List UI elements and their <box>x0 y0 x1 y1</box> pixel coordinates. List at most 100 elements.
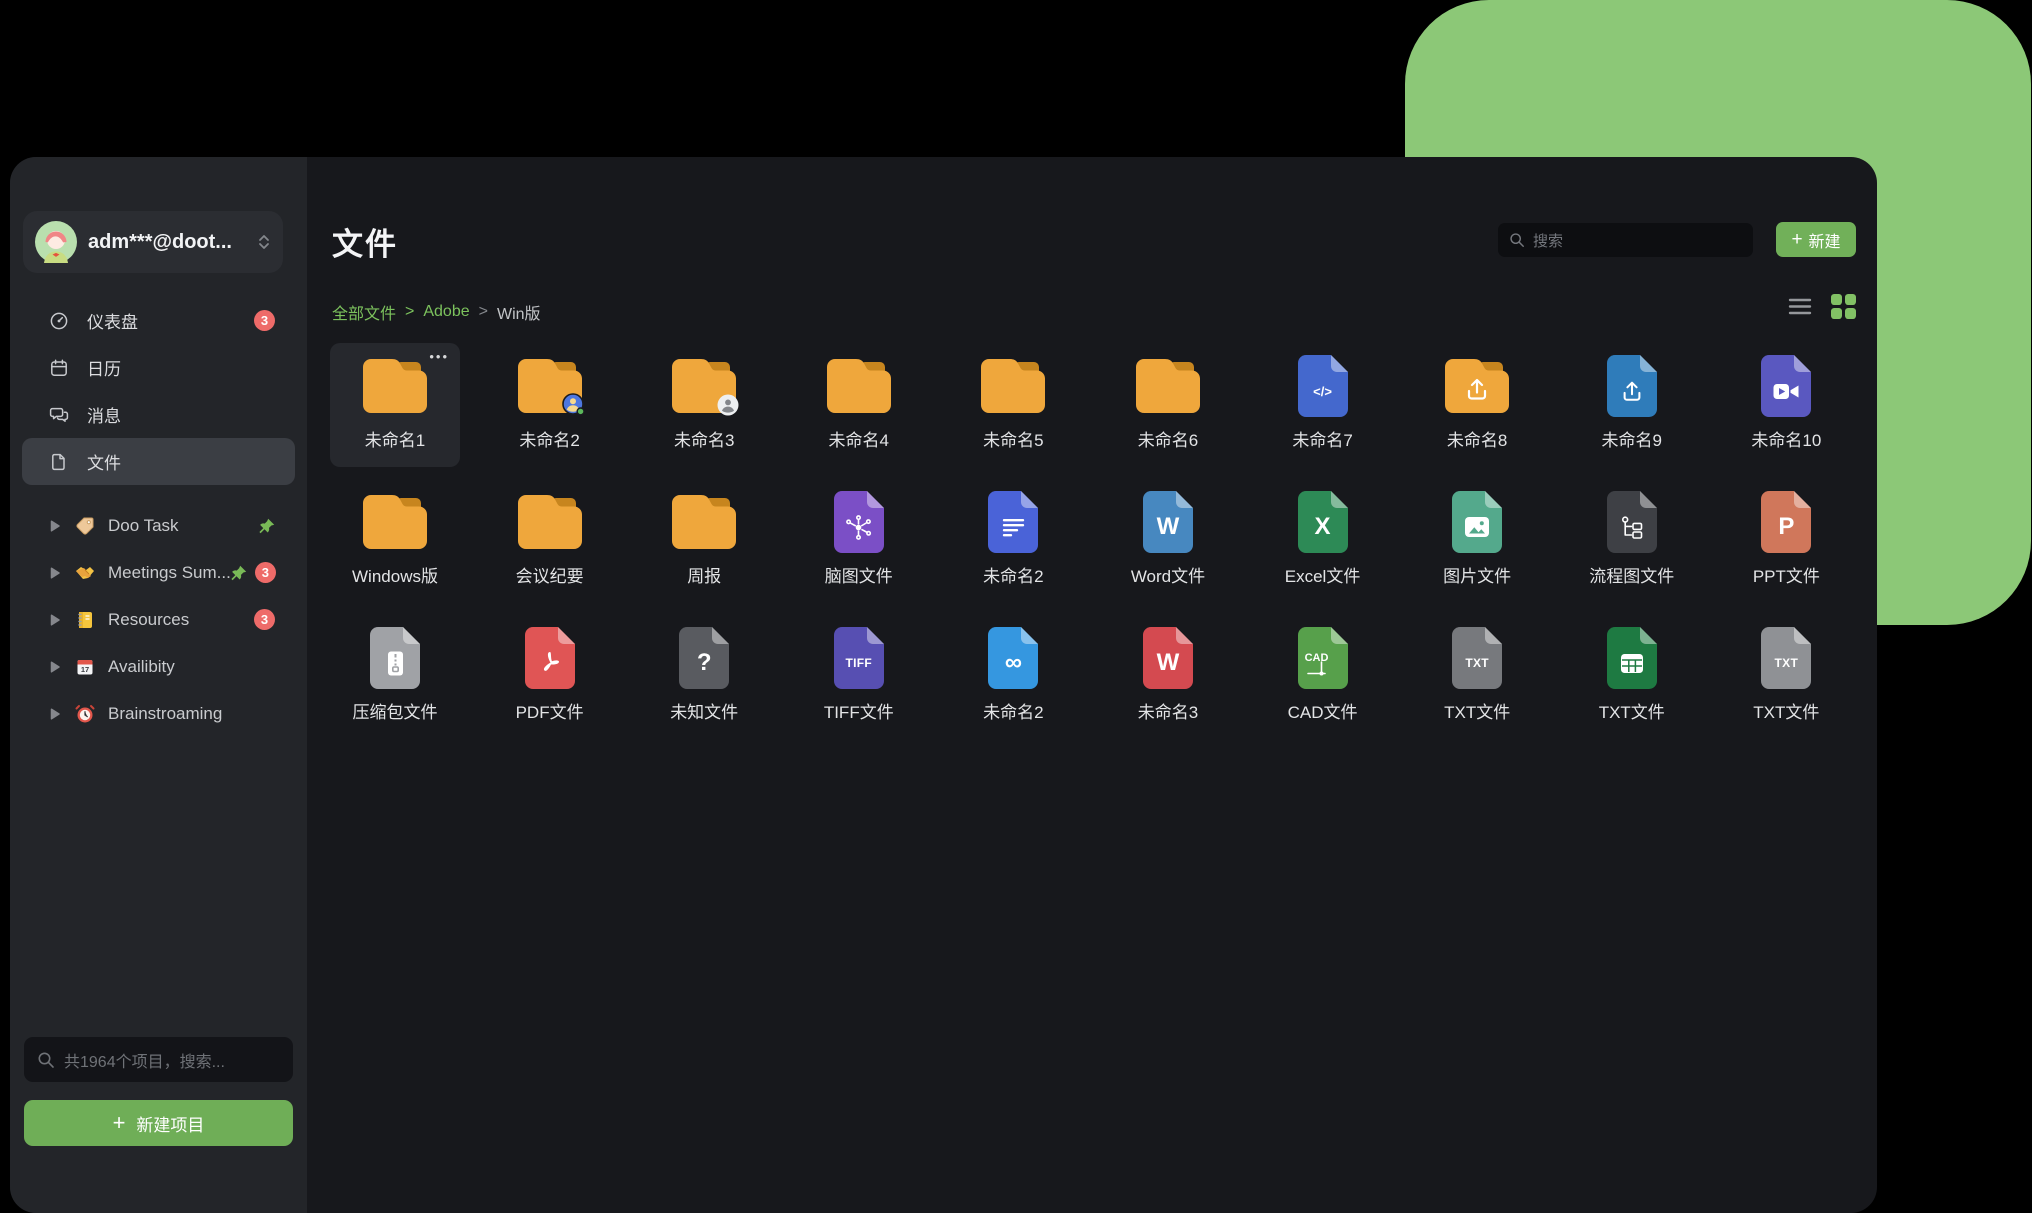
new-file-button[interactable]: + 新建 <box>1776 222 1856 257</box>
folder-icon <box>981 359 1045 413</box>
file-card[interactable]: Windows版 <box>330 479 460 603</box>
file-card[interactable]: 未命名2 <box>485 343 615 467</box>
project-indicators <box>259 518 275 534</box>
file-card[interactable]: 未命名3 <box>639 343 769 467</box>
file-card[interactable]: ∞未命名2 <box>948 615 1078 739</box>
file-name: 未命名8 <box>1447 426 1507 451</box>
breadcrumb-separator: > <box>405 303 414 321</box>
new-project-button[interactable]: + 新建项目 <box>24 1100 293 1146</box>
file-card[interactable]: XExcel文件 <box>1258 479 1388 603</box>
folder-icon <box>518 495 582 549</box>
sidebar-item-calendar[interactable]: 日历 <box>22 344 295 391</box>
pin-icon <box>231 565 247 581</box>
label-glyph: TIFF <box>846 656 873 670</box>
breadcrumb-item[interactable]: 全部文件 <box>332 300 396 324</box>
letter-file-icon: P <box>1761 491 1811 553</box>
handshake-icon <box>74 563 96 583</box>
file-card[interactable]: TIFFTIFF文件 <box>794 615 924 739</box>
grid-view-icon[interactable] <box>1830 293 1857 320</box>
app-window: adm***@doot... 仪表盘3日历消息文件 Doo TaskMeetin… <box>10 157 1877 1213</box>
file-card[interactable]: ? 未知文件 <box>639 615 769 739</box>
caret-right-icon[interactable] <box>50 661 60 673</box>
file-card[interactable]: 周报 <box>639 479 769 603</box>
file-card[interactable]: TXTTXT文件 <box>1721 615 1851 739</box>
letter-file-icon: ∞ <box>988 627 1038 689</box>
account-switcher[interactable]: adm***@doot... <box>23 211 283 273</box>
file-card[interactable]: 未命名8 <box>1412 343 1542 467</box>
notification-badge: 3 <box>255 562 276 583</box>
tag-icon <box>74 516 96 536</box>
image-file-icon <box>1452 491 1502 553</box>
file-card[interactable]: TXT文件 <box>1567 615 1697 739</box>
file-card[interactable]: 未命名5 <box>948 343 1078 467</box>
project-search-input[interactable]: 共1964个项目，搜索... <box>24 1037 293 1082</box>
file-search-input[interactable]: 搜索 <box>1498 223 1753 257</box>
member-avatar-icon <box>562 393 585 416</box>
file-name: 未命名5 <box>983 426 1043 451</box>
code-file-icon: </> <box>1298 355 1348 417</box>
sidebar-project-meetings-sum[interactable]: Meetings Sum...3 <box>22 549 295 596</box>
file-card[interactable]: 未命名6 <box>1103 343 1233 467</box>
label-file-icon: TXT <box>1761 627 1811 689</box>
sidebar-project-brainstroaming[interactable]: Brainstroaming <box>22 690 295 737</box>
file-name: 未命名1 <box>365 426 425 451</box>
file-card[interactable]: 未命名10 <box>1721 343 1851 467</box>
page-title: 文件 <box>332 219 398 264</box>
sidebar-project-resources[interactable]: Resources3 <box>22 596 295 643</box>
file-name: 未命名2 <box>519 426 579 451</box>
file-name: 压缩包文件 <box>353 698 438 723</box>
file-name: 未知文件 <box>670 698 738 723</box>
file-card[interactable]: 脑图文件 <box>794 479 924 603</box>
pdf-file-icon <box>525 627 575 689</box>
file-card[interactable]: 压缩包文件 <box>330 615 460 739</box>
file-card[interactable]: 未命名1 ••• <box>330 343 460 467</box>
table-icon <box>1607 627 1657 689</box>
file-name: 未命名2 <box>983 562 1043 587</box>
letter-glyph: ? <box>697 649 712 677</box>
file-card[interactable]: PDF文件 <box>485 615 615 739</box>
file-card[interactable]: 流程图文件 <box>1567 479 1697 603</box>
folder-icon <box>363 359 427 413</box>
letter-glyph: ∞ <box>1005 649 1022 677</box>
file-card[interactable]: 会议纪要 <box>485 479 615 603</box>
file-card[interactable]: PPPT文件 <box>1721 479 1851 603</box>
calendar-icon <box>48 358 70 378</box>
label-file-icon: TIFF <box>834 627 884 689</box>
video-file-icon <box>1761 355 1811 417</box>
letter-file-icon: W <box>1143 627 1193 689</box>
caret-right-icon[interactable] <box>50 520 60 532</box>
avatar-girl-icon <box>35 221 77 263</box>
sidebar-item-dashboard[interactable]: 仪表盘3 <box>22 297 295 344</box>
file-name: 未命名7 <box>1292 426 1352 451</box>
file-name: Word文件 <box>1131 562 1205 587</box>
desktop-canvas: adm***@doot... 仪表盘3日历消息文件 Doo TaskMeetin… <box>0 0 2032 1213</box>
file-name: 图片文件 <box>1443 562 1511 587</box>
caret-right-icon[interactable] <box>50 614 60 626</box>
sidebar-project-availibity[interactable]: 17Availibity <box>22 643 295 690</box>
more-icon[interactable]: ••• <box>429 349 449 364</box>
file-card[interactable]: 未命名4 <box>794 343 924 467</box>
caret-right-icon[interactable] <box>50 567 60 579</box>
list-view-icon[interactable] <box>1787 295 1813 318</box>
breadcrumb-item[interactable]: Adobe <box>423 303 469 321</box>
breadcrumb-item: Win版 <box>497 300 541 324</box>
sidebar-item-messages[interactable]: 消息 <box>22 391 295 438</box>
pin-icon <box>259 518 275 534</box>
file-card[interactable]: TXTTXT文件 <box>1412 615 1542 739</box>
zip-file-icon <box>370 627 420 689</box>
file-name: 未命名4 <box>829 426 889 451</box>
upload-file-icon <box>1607 355 1657 417</box>
file-card[interactable]: 未命名2 <box>948 479 1078 603</box>
file-card[interactable]: W未命名3 <box>1103 615 1233 739</box>
file-card[interactable]: WWord文件 <box>1103 479 1233 603</box>
breadcrumb: 全部文件>Adobe>Win版 <box>332 300 541 324</box>
sidebar-item-files[interactable]: 文件 <box>22 438 295 485</box>
letter-glyph: W <box>1157 649 1180 677</box>
file-card[interactable]: 图片文件 <box>1412 479 1542 603</box>
caret-right-icon[interactable] <box>50 708 60 720</box>
file-card[interactable]: </> 未命名7 <box>1258 343 1388 467</box>
file-card[interactable]: 未命名9 <box>1567 343 1697 467</box>
file-name: 未命名3 <box>674 426 734 451</box>
sidebar-project-doo-task[interactable]: Doo Task <box>22 502 295 549</box>
file-card[interactable]: CADCAD文件 <box>1258 615 1388 739</box>
